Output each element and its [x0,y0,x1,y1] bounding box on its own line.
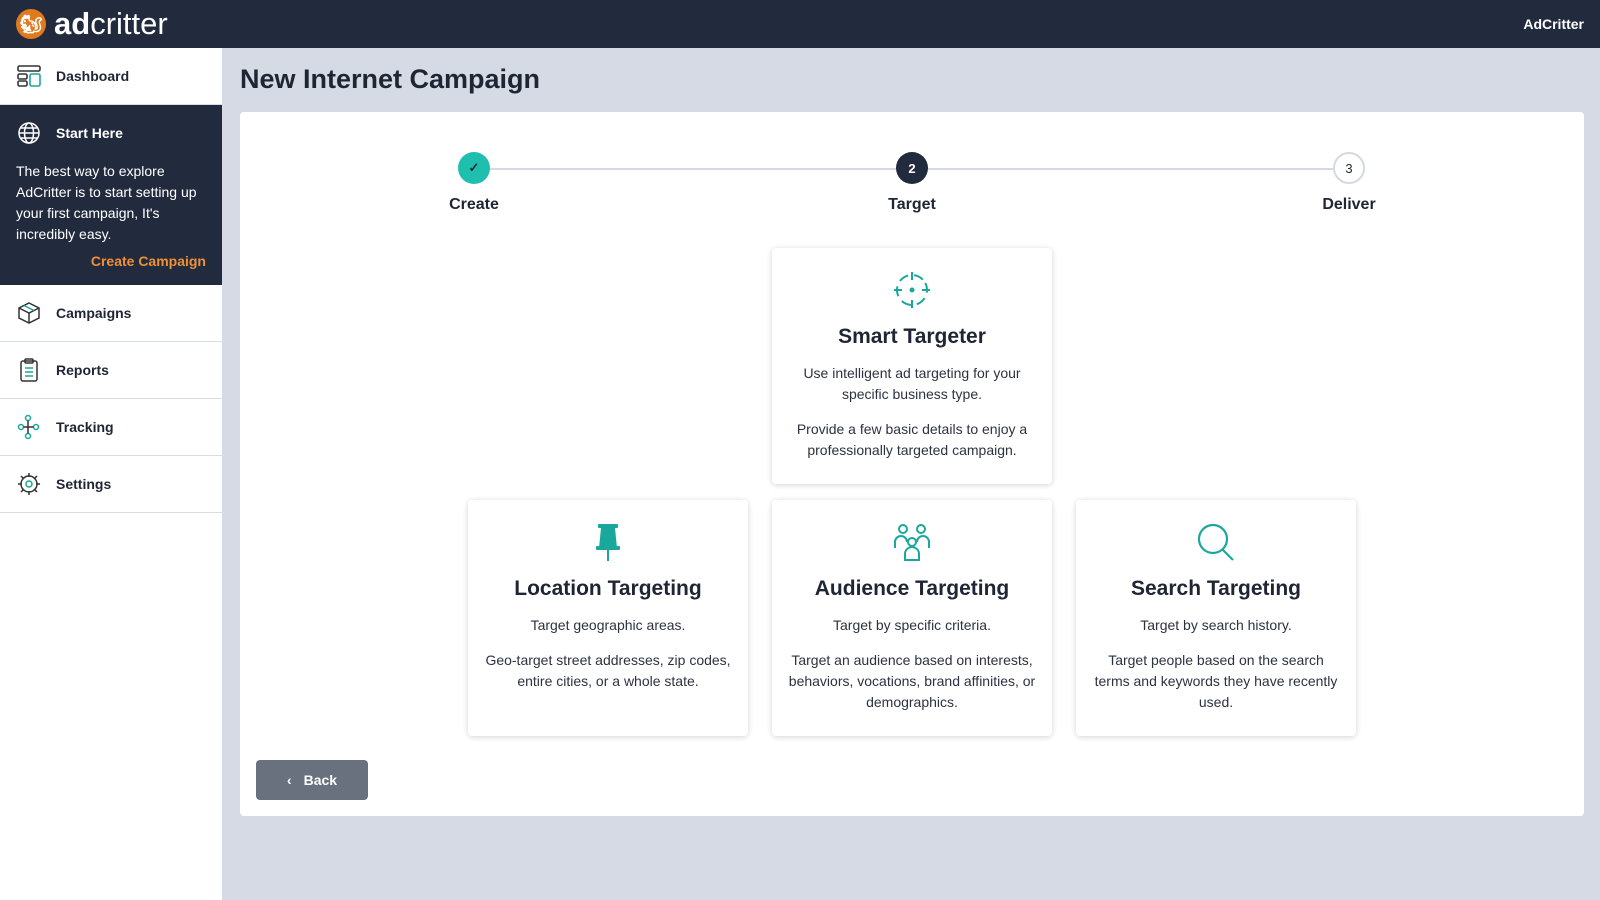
sidebar-item-label: Reports [56,362,109,378]
squirrel-logo-icon: 🐿 [16,9,46,39]
sidebar-item-tracking[interactable]: Tracking [0,399,222,456]
step-label: Target [888,196,936,213]
card-description: Target an audience based on interests, b… [788,652,1036,710]
logo-text: critter [90,6,168,41]
sidebar-item-settings[interactable]: Settings [0,456,222,513]
step-label: Create [449,196,499,213]
start-here-text: The best way to explore AdCritter is to … [16,163,197,242]
logo-text-bold: ad [54,6,91,41]
check-icon: ✓ [458,152,490,184]
search-targeting-card[interactable]: Search Targeting Target by search histor… [1076,500,1356,736]
crosshair-icon [894,272,930,308]
chevron-left-icon: ‹ [286,772,292,788]
back-button[interactable]: ‹ Back [256,760,368,800]
card-description: Target people based on the search terms … [1094,652,1338,710]
people-icon [894,524,930,561]
audience-targeting-card[interactable]: Audience Targeting Target by specific cr… [772,500,1052,736]
smart-targeter-card[interactable]: Smart Targeter Use intelligent ad target… [772,248,1052,484]
step-target[interactable]: 2 Target [852,152,972,214]
card-summary: Target geographic areas. [530,617,686,633]
card-summary: Target by specific criteria. [833,617,991,633]
card-description: Geo-target street addresses, zip codes, … [485,652,731,689]
card-title: Audience Targeting [814,577,1010,600]
clipboard-icon [20,358,38,382]
sidebar-item-dashboard[interactable]: Dashboard [0,48,222,105]
card-title: Location Targeting [514,577,702,600]
sidebar-item-reports[interactable]: Reports [0,342,222,399]
box-icon [18,302,40,324]
start-here-panel: Start Here The best way to explore AdCri… [0,105,222,285]
sidebar-item-campaigns[interactable]: Campaigns [0,285,222,342]
card-description: Provide a few basic details to enjoy a p… [796,421,1028,458]
sidebar-item-label: Settings [56,476,112,492]
page-title: New Internet Campaign [240,64,541,94]
top-bar: 🐿 adcritter AdCritter [0,0,1600,48]
sidebar-item-label: Dashboard [56,68,130,84]
start-here-title: Start Here [56,125,123,141]
sidebar: Dashboard Start Here The best way to exp… [0,48,222,900]
step-number: 3 [1333,152,1365,184]
user-account[interactable]: AdCritter [1523,16,1584,32]
card-title: Search Targeting [1131,577,1301,600]
search-icon [1197,523,1234,561]
step-label: Deliver [1322,196,1376,213]
tracking-nodes-icon [17,414,40,440]
card-title: Smart Targeter [838,325,986,348]
back-label: Back [303,772,338,788]
location-targeting-card[interactable]: Location Targeting Target geographic are… [468,500,748,736]
step-deliver[interactable]: 3 Deliver [1289,152,1409,214]
step-number: 2 [896,152,928,184]
gear-icon [18,473,40,495]
globe-icon [18,122,40,144]
card-summary: Target by search history. [1140,617,1292,633]
pushpin-icon [596,524,620,561]
campaign-panel: ✓ Create 2 Target 3 Deliver Smart Target… [240,112,1584,816]
sidebar-item-label: Tracking [56,419,114,435]
logo[interactable]: 🐿 adcritter [16,6,168,42]
sidebar-item-label: Campaigns [56,305,132,321]
card-summary: Use intelligent ad targeting for your sp… [803,365,1021,402]
step-create[interactable]: ✓ Create [414,152,534,214]
create-campaign-link[interactable]: Create Campaign [16,253,206,269]
dashboard-icon [17,65,41,87]
